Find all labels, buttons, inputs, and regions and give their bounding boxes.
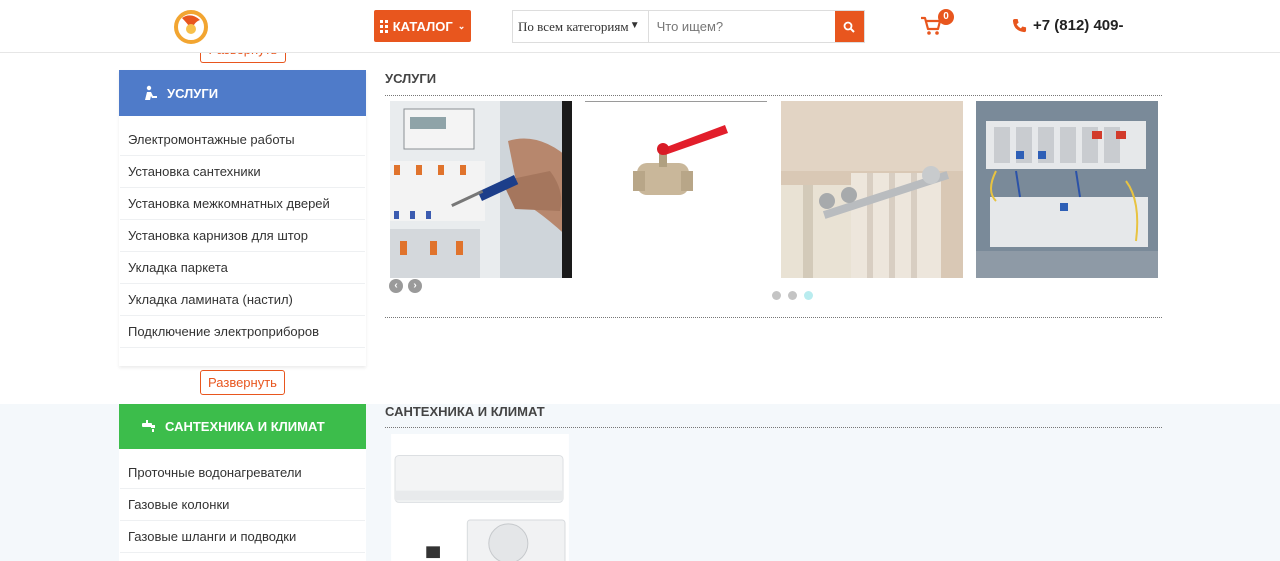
catalog-button[interactable]: КАТАЛОГ ⌄ [374, 10, 471, 42]
ball-valve-image[interactable] [585, 101, 767, 278]
category-select[interactable]: По всем категориям ▼ [513, 11, 649, 42]
sidebar-item-gas-hoses[interactable]: Газовые шланги и подводки [120, 521, 365, 553]
sidebar-item-water-heaters[interactable]: Проточные водонагреватели [120, 457, 365, 489]
search-bar: По всем категориям ▼ [512, 10, 865, 43]
sidebar-item-electrical[interactable]: Электромонтажные работы [120, 124, 365, 156]
sidebar-item-gas-heaters[interactable]: Газовые колонки [120, 489, 365, 521]
site-logo[interactable] [172, 8, 210, 46]
carousel-next-button[interactable]: › [408, 279, 422, 293]
electric-panel-image[interactable] [390, 101, 572, 278]
grid-icon [379, 19, 388, 33]
search-button[interactable] [834, 11, 864, 42]
expand-button[interactable]: Развернуть [200, 370, 285, 395]
phone-icon [1012, 18, 1027, 33]
curtain-rod-image[interactable] [781, 101, 963, 278]
carousel-prev-button[interactable]: ‹ [389, 279, 403, 293]
worker-icon [145, 85, 157, 100]
faucet-icon [142, 419, 155, 432]
site-header: КАТАЛОГ ⌄ По всем категориям ▼ 0 +7 (812… [0, 0, 1280, 53]
phone-contact[interactable]: +7 (812) 409- [1012, 17, 1123, 34]
sidebar-item-parquet[interactable]: Укладка паркета [120, 252, 365, 284]
chevron-down-icon: ▼ [629, 20, 640, 31]
category-select-value: По всем категориям [518, 18, 629, 34]
sidebar-item-appliances[interactable]: Подключение электроприборов [120, 316, 365, 348]
chevron-down-icon: ⌄ [457, 20, 466, 31]
phone-number: +7 (812) 409- [1033, 17, 1124, 34]
sidebar-item-laminate[interactable]: Укладка ламината (настил) [120, 284, 365, 316]
plumbing-section-title: САНТЕХНИКА И КЛИМАТ [385, 404, 1162, 428]
services-menu: УСЛУГИ Электромонтажные работы Установка… [119, 70, 366, 366]
section-divider [385, 317, 1162, 318]
search-input[interactable] [648, 11, 835, 42]
carousel-dot[interactable] [788, 291, 797, 300]
sidebar-item-plumbing-install[interactable]: Установка сантехники [120, 156, 365, 188]
plumbing-menu: САНТЕХНИКА И КЛИМАТ Проточные водонагрев… [119, 404, 366, 561]
carousel-dot-active[interactable] [804, 291, 813, 300]
breaker-box-image[interactable] [976, 101, 1158, 278]
cart-count-badge: 0 [938, 9, 954, 25]
search-icon [843, 21, 856, 33]
services-section-title: УСЛУГИ [385, 71, 1162, 96]
air-conditioner-image[interactable] [389, 434, 571, 561]
sidebar-item-curtain-rods[interactable]: Установка карнизов для штор [120, 220, 365, 252]
services-menu-header[interactable]: УСЛУГИ [119, 70, 366, 116]
services-menu-title: УСЛУГИ [167, 85, 219, 101]
catalog-label: КАТАЛОГ [392, 18, 453, 34]
plumbing-menu-title: САНТЕХНИКА И КЛИМАТ [165, 419, 325, 434]
plumbing-menu-header[interactable]: САНТЕХНИКА И КЛИМАТ [119, 404, 366, 449]
sidebar-item-doors[interactable]: Установка межкомнатных дверей [120, 188, 365, 220]
carousel-dot[interactable] [772, 291, 781, 300]
